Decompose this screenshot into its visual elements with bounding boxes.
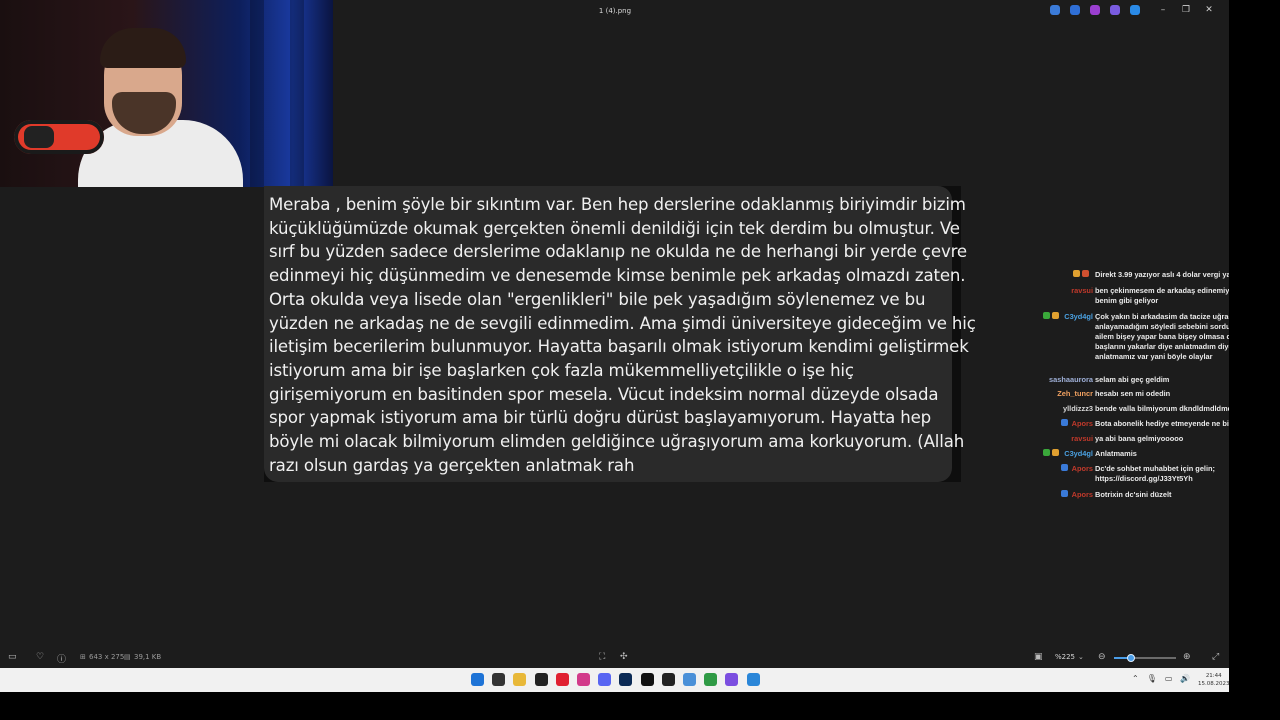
chat-text: Anlatmamis	[1095, 449, 1137, 458]
chat-username[interactable]: Apors	[1038, 419, 1093, 429]
chat-text: Dc'de sohbet muhabbet için gelin; https:…	[1095, 464, 1216, 483]
volume-icon[interactable]: 🔊	[1180, 674, 1190, 683]
chat-username[interactable]: sashaaurora	[1038, 375, 1093, 385]
opera-icon[interactable]	[555, 673, 569, 686]
favorite-icon[interactable]: ♡	[36, 652, 44, 662]
instagram-icon[interactable]	[577, 673, 590, 686]
photos-icon[interactable]	[746, 673, 760, 686]
file-size-icon: ▤	[124, 653, 131, 661]
photoshop-icon[interactable]	[619, 673, 633, 686]
actual-size-icon[interactable]: ▣	[1034, 652, 1043, 662]
titlebar-app-icons	[1050, 5, 1140, 15]
chat-text: selam abi geç geldim	[1095, 375, 1170, 384]
window-controls: – ❐ ✕	[1156, 5, 1216, 15]
chat-username[interactable]: ylldizzz3	[1038, 404, 1093, 414]
fullscreen-icon[interactable]: ⤢	[1212, 652, 1219, 662]
chat-text: hesabı sen mi odedin	[1095, 389, 1171, 398]
app-purple-icon[interactable]	[725, 673, 739, 686]
minimize-button[interactable]: –	[1156, 5, 1170, 15]
chat-username[interactable]: Apors	[1038, 490, 1093, 500]
capcut-icon[interactable]	[661, 673, 675, 686]
app-icon-4[interactable]	[1110, 5, 1120, 15]
streamer-hair	[100, 28, 186, 68]
message-image: Meraba , benim şöyle bir sıkıntım var. B…	[264, 186, 976, 482]
chat-text: ya abi bana gelmiyooooo	[1095, 434, 1184, 443]
display-icon[interactable]: ▭	[1165, 674, 1173, 683]
zoom-out-icon[interactable]: ⊖	[1098, 652, 1106, 662]
onedrive-icon[interactable]	[1130, 5, 1140, 15]
message-text: Meraba , benim şöyle bir sıkıntım var. B…	[269, 195, 976, 475]
chat-username[interactable]: C3yd4gl	[1038, 449, 1093, 459]
taskbar: ⌃ 🎙 ▭ 🔊 21:44 15.08.2023	[0, 668, 1229, 692]
file-size: 39,1 KB	[134, 653, 162, 661]
app-icon-2[interactable]	[1070, 5, 1080, 15]
settings-icon[interactable]	[683, 673, 696, 686]
screen: 1 (4).png – ❐ ✕ Meraba , benim şöyle bir…	[0, 0, 1229, 692]
chat-username[interactable]: ravsui	[1038, 286, 1093, 296]
clock[interactable]: 21:44 15.08.2023	[1198, 672, 1229, 688]
viewer-toolbar: ▭ ♡ ⓘ ⊞ 643 x 275 ▤ 39,1 KB ⛶ ✣ ▣ %225 ⌄…	[0, 648, 1229, 668]
close-button[interactable]: ✕	[1202, 5, 1216, 15]
app-icon-3[interactable]	[1090, 5, 1100, 15]
microphone-icon[interactable]: 🎙	[1147, 674, 1157, 683]
clock-time: 21:44	[1205, 673, 1222, 679]
curtain-fold	[290, 0, 304, 187]
chat-username[interactable]: Zeh_tuncr	[1038, 389, 1093, 399]
chat-text: Çok yakın bi arkadasim da tacize uğradig…	[1095, 312, 1229, 361]
maximize-button[interactable]: ❐	[1179, 5, 1193, 15]
chevron-up-icon[interactable]: ⌃	[1132, 674, 1139, 683]
discord-icon[interactable]	[598, 673, 612, 686]
chat-text: Botrixin dc'sini düzelt	[1095, 490, 1172, 499]
webcam-overlay	[0, 0, 333, 187]
tiktok-icon[interactable]	[640, 673, 654, 686]
zoom-level-select[interactable]: %225	[1055, 653, 1075, 661]
chat-text: bende valla bilmiyorum dkndldmdldmd	[1095, 404, 1229, 413]
task-view-icon[interactable]	[492, 673, 506, 686]
fit-screen-icon[interactable]: ⛶	[599, 652, 605, 662]
compress-icon[interactable]: ✣	[620, 652, 628, 662]
file-explorer-icon[interactable]	[513, 673, 527, 686]
zoom-slider[interactable]	[1114, 654, 1176, 662]
chat-username[interactable]: ravsui	[1038, 434, 1093, 444]
obs-icon[interactable]	[534, 673, 548, 686]
titlebar-controls: – ❐ ✕	[1050, 5, 1216, 15]
chat-username[interactable]: Apors	[1038, 464, 1093, 474]
microphone-grill	[24, 126, 54, 148]
window-title: 1 (4).png	[598, 7, 632, 15]
chat-text: ben çekinmesem de arkadaş edinemiyorum s…	[1095, 286, 1229, 305]
badge-icon	[1082, 270, 1089, 277]
system-tray: ⌃ 🎙 ▭ 🔊	[1132, 674, 1190, 683]
chat-username[interactable]: C3yd4gl	[1038, 312, 1093, 322]
chat-badges	[1073, 270, 1089, 277]
zoom-slider-handle[interactable]	[1127, 654, 1136, 662]
image-size-icon: ⊞	[80, 653, 86, 661]
screen-border	[0, 692, 1280, 720]
info-icon[interactable]: ⓘ	[57, 652, 66, 665]
curtain-fold	[250, 0, 264, 187]
clock-date: 15.08.2023	[1198, 681, 1229, 687]
app-icon-1[interactable]	[1050, 5, 1060, 15]
chat-text: Bota abonelik hediye etmeyende ne bilim	[1095, 419, 1229, 428]
chat-text: Direkt 3.99 yazıyor aslı 4 dolar vergi y…	[1095, 270, 1229, 279]
zoom-in-icon[interactable]: ⊕	[1183, 652, 1191, 662]
screen-border	[1229, 0, 1280, 692]
message-bubble: Meraba , benim şöyle bir sıkıntım var. B…	[264, 186, 976, 482]
chrome-icon[interactable]	[704, 673, 718, 686]
filmstrip-icon[interactable]: ▭	[8, 652, 17, 662]
windows-start-icon[interactable]	[471, 673, 484, 686]
chevron-down-icon[interactable]: ⌄	[1078, 653, 1084, 661]
image-dimensions: 643 x 275	[89, 653, 125, 661]
badge-icon	[1073, 270, 1080, 277]
